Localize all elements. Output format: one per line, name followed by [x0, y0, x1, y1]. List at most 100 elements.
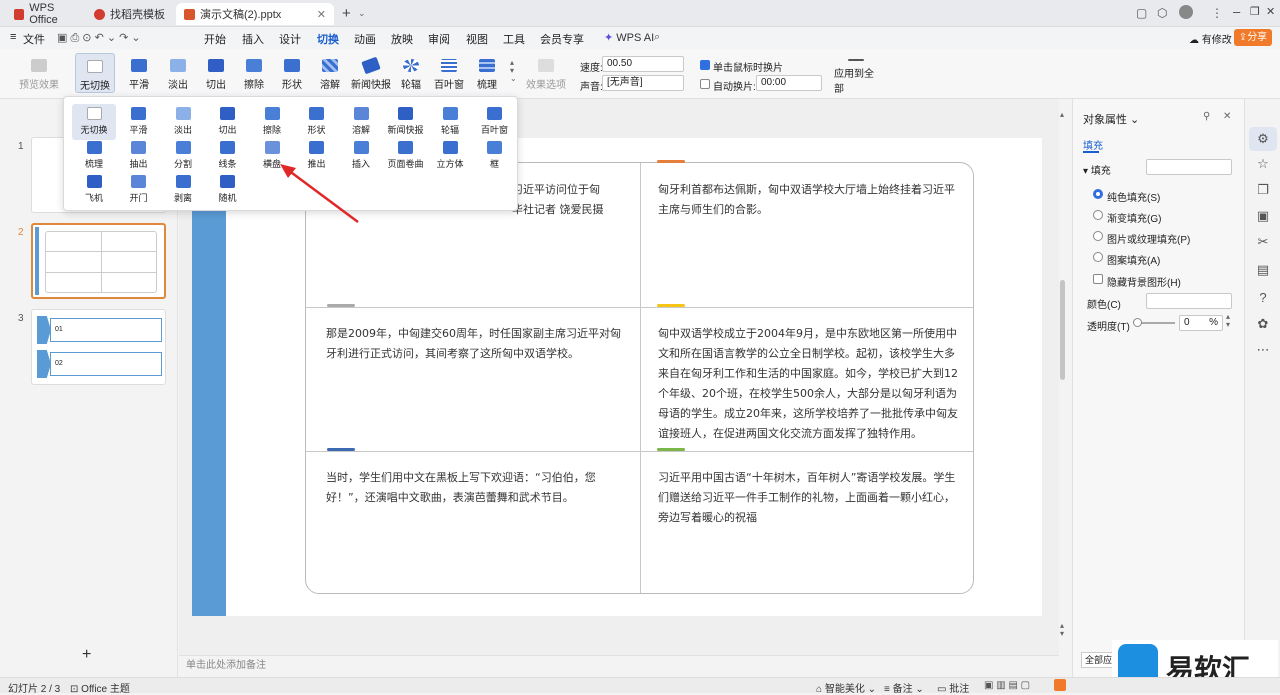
star-icon[interactable]: ☆ — [1256, 157, 1270, 171]
notes-area[interactable]: 单击此处添加备注 — [179, 655, 1059, 677]
more-icon[interactable]: ⋯ — [1256, 343, 1270, 357]
gallery-item-peel[interactable]: 剥离 — [161, 172, 205, 208]
panel-title[interactable]: 对象属性 ⌄ — [1083, 111, 1139, 127]
vertical-scrollbar[interactable] — [1060, 280, 1065, 380]
gallery-item-open-door[interactable]: 开门 — [117, 172, 161, 208]
toolbar-quick-icons[interactable]: ▣ ⎙ ⊙ ↶ ⌄ ↷ ⌄ — [57, 31, 141, 45]
ribbon-comb[interactable]: 梳理 — [467, 53, 507, 93]
panel-close-icon[interactable]: ✕ — [1223, 111, 1231, 122]
chevron-down-icon[interactable]: ⌄ — [358, 8, 366, 19]
gallery-item-comb[interactable]: 梳理 — [72, 138, 116, 174]
fill-select[interactable] — [1146, 159, 1232, 175]
gallery-item-blinds[interactable]: 百叶窗 — [473, 104, 517, 140]
slider-handle[interactable] — [1133, 318, 1142, 327]
solid-fill-radio[interactable] — [1093, 189, 1103, 199]
gallery-item-smooth[interactable]: 平滑 — [117, 104, 161, 140]
ribbon-scroll-arrows[interactable]: ▴ ▾ ⌄ — [510, 59, 517, 83]
effect-options-button[interactable]: 效果选项 — [524, 53, 568, 93]
window-close-icon[interactable]: ✕ — [1266, 5, 1275, 18]
gallery-item-split[interactable]: 分割 — [161, 138, 205, 174]
cell-text-1[interactable]: 习近平访问位于匈 华社记者 饶爱民摄 — [512, 180, 632, 220]
cell-text-2[interactable]: 匈牙利首都布达佩斯，匈中双语学校大厅墙上始终挂着习近平主席与师生们的合影。 — [658, 180, 958, 220]
apply-all-button[interactable]: 应用到全部 — [834, 53, 878, 95]
menu-tools[interactable]: 工具 — [503, 31, 525, 47]
ribbon-none[interactable]: 无切换 — [75, 53, 115, 93]
gallery-item-wheel[interactable]: 轮辐 — [428, 104, 472, 140]
click-switch-checkbox[interactable] — [700, 60, 710, 70]
gallery-item-none[interactable]: 无切换 — [72, 104, 116, 140]
slide-thumb-2[interactable] — [31, 223, 166, 299]
speed-field[interactable]: 00.50 — [602, 56, 684, 72]
stepper-icon[interactable]: ▴ ▾ — [1226, 313, 1230, 329]
gallery-item-pull[interactable]: 抽出 — [117, 138, 161, 174]
maximize-icon[interactable]: ❐ — [1250, 5, 1260, 18]
menu-transition[interactable]: 切换 — [317, 31, 339, 52]
ribbon-wheel[interactable]: 轮辐 — [391, 53, 431, 93]
transparency-field[interactable]: 0 % — [1179, 315, 1223, 331]
ribbon-dissolve[interactable]: 溶解 — [310, 53, 350, 93]
hamburger-icon[interactable]: ≡ — [10, 31, 16, 43]
menu-animation[interactable]: 动画 — [354, 31, 376, 47]
ribbon-cut[interactable]: 切出 — [196, 53, 236, 93]
add-slide-icon[interactable]: + — [82, 646, 91, 664]
has-changes[interactable]: ☁ 有修改 — [1189, 31, 1232, 46]
ribbon-smooth[interactable]: 平滑 — [119, 53, 159, 93]
gallery-item-plane[interactable]: 飞机 — [72, 172, 116, 208]
avatar[interactable] — [1179, 5, 1193, 19]
sound-select[interactable]: [无声音] — [602, 75, 684, 91]
hide-bg-checkbox[interactable] — [1093, 274, 1103, 284]
scroll-page-icons[interactable]: ▴ ▾ — [1060, 622, 1064, 638]
search-icon[interactable]: ⌕ — [654, 31, 660, 44]
tab-fill[interactable]: 填充 — [1083, 137, 1103, 152]
menu-review[interactable]: 审阅 — [428, 31, 450, 47]
wps-ai-button[interactable]: ✦ WPS AI — [604, 31, 654, 44]
close-icon[interactable]: ✕ — [317, 8, 326, 21]
play-icon[interactable] — [1054, 679, 1066, 691]
picture-fill-radio[interactable] — [1093, 231, 1103, 241]
menu-file[interactable]: 文件 — [23, 31, 45, 47]
preview-button[interactable]: 预览效果 — [16, 53, 62, 93]
tab-document[interactable]: 演示文稿(2).pptx ✕ — [176, 3, 334, 25]
clipboard-icon[interactable]: ▤ — [1256, 263, 1270, 277]
menu-design[interactable]: 设计 — [279, 31, 301, 47]
tab-wps-office[interactable]: WPS Office — [6, 2, 82, 26]
gallery-item-shape[interactable]: 形状 — [295, 104, 339, 140]
cell-text-6[interactable]: 习近平用中国古语“十年树木，百年树人”寄语学校发展。学生们赠送给习近平一件手工制… — [658, 468, 958, 528]
menu-view[interactable]: 视图 — [466, 31, 488, 47]
image-icon[interactable]: ▣ — [1256, 209, 1270, 223]
ribbon-wipe[interactable]: 擦除 — [234, 53, 274, 93]
window-icon[interactable]: ▢ — [1136, 6, 1147, 20]
gallery-item-random[interactable]: 随机 — [206, 172, 250, 208]
plugin-icon[interactable]: ✿ — [1256, 317, 1270, 331]
fill-section[interactable]: ▾ 填充 — [1083, 162, 1111, 177]
gallery-item-cube[interactable]: 立方体 — [428, 138, 472, 174]
new-tab-icon[interactable]: + — [342, 5, 351, 22]
share-button[interactable]: ⇪分享 — [1234, 29, 1272, 46]
gallery-item-page-curl[interactable]: 页面卷曲 — [384, 138, 428, 174]
color-select[interactable] — [1146, 293, 1232, 309]
menu-slideshow[interactable]: 放映 — [391, 31, 413, 47]
gradient-fill-radio[interactable] — [1093, 210, 1103, 220]
tab-template[interactable]: 找稻壳模板 — [86, 3, 170, 25]
ribbon-shape[interactable]: 形状 — [272, 53, 312, 93]
pin-icon[interactable]: ⚲ — [1203, 111, 1210, 122]
ribbon-news[interactable]: 新闻快报 — [350, 53, 392, 93]
cell-text-5[interactable]: 当时，学生们用中文在黑板上写下欢迎语：“习伯伯，您好！”，还演唱中文歌曲，表演芭… — [326, 468, 626, 508]
ribbon-blinds[interactable]: 百叶窗 — [429, 53, 469, 93]
gallery-item-box[interactable]: 框 — [473, 138, 517, 174]
view-mode-icons[interactable]: ▣ ▥ ▤ ▢ — [984, 680, 1030, 691]
help-icon[interactable]: ? — [1256, 291, 1270, 305]
cube-icon[interactable]: ⬡ — [1157, 6, 1167, 20]
cell-text-3[interactable]: 那是2009年，中匈建交60周年，时任国家副主席习近平对匈牙利进行正式访问，其间… — [326, 324, 626, 364]
scroll-up-icon[interactable]: ▴ — [1060, 110, 1064, 119]
copy-icon[interactable]: ❐ — [1256, 183, 1270, 197]
gallery-item-cut[interactable]: 切出 — [206, 104, 250, 140]
slide-thumb-3[interactable]: 01 02 — [31, 309, 166, 385]
menu-icon[interactable]: ⋮ — [1211, 6, 1223, 20]
cell-text-4[interactable]: 匈中双语学校成立于2004年9月，是中东欧地区第一所使用中文和所在国语言教学的公… — [658, 324, 958, 444]
auto-switch-checkbox[interactable] — [700, 79, 710, 89]
gallery-item-fade[interactable]: 淡出 — [161, 104, 205, 140]
tools-icon[interactable]: ✂ — [1256, 235, 1270, 249]
gallery-item-news[interactable]: 新闻快报 — [384, 104, 428, 140]
minimize-icon[interactable]: – — [1233, 4, 1240, 19]
